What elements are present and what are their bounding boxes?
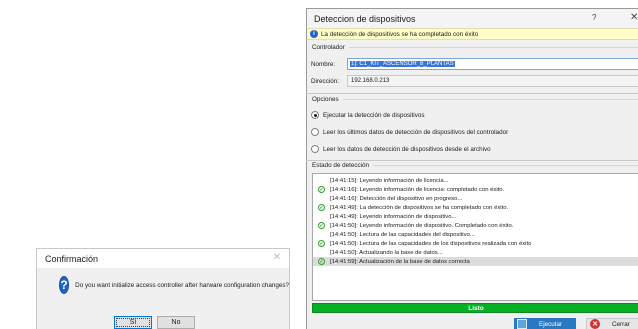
window-title: Deteccion de dispositivos bbox=[314, 13, 416, 24]
info-message: La detección de dispositivos se ha compl… bbox=[321, 30, 479, 38]
log-row: [14:41:16]: Detección del dispositivo en… bbox=[313, 194, 638, 203]
check-icon: ✓ bbox=[318, 240, 325, 247]
log-text: [14:41:49]: Leyendo información de dispo… bbox=[330, 213, 457, 220]
name-label: Nombre: bbox=[311, 60, 336, 68]
log-text: [14:41:49]: La detección de dispositivos… bbox=[330, 204, 509, 211]
confirmation-body: ? Do you want initialize access controll… bbox=[37, 268, 289, 294]
log-row: [14:41:50]: Actualizando la base de dato… bbox=[313, 248, 638, 257]
check-icon: ✓ bbox=[318, 186, 325, 193]
log-row: [14:41:50]: Lectura de las capacidades d… bbox=[313, 230, 638, 239]
log-text: [14:41:50]: Lectura de las capacidades d… bbox=[330, 240, 532, 247]
close-button[interactable]: ✕ Cerrar bbox=[586, 318, 638, 329]
separator bbox=[306, 160, 638, 161]
execute-label: Ejecutar bbox=[539, 320, 563, 328]
option-label: Leer los datos de detección de dispositi… bbox=[323, 145, 491, 153]
name-value: 1]: C1_KIT_ASCENSOR_8_PLANTAS bbox=[350, 61, 455, 67]
question-icon: ? bbox=[59, 276, 70, 294]
name-field[interactable]: 1]: C1_KIT_ASCENSOR_8_PLANTAS bbox=[347, 58, 638, 70]
radio-icon[interactable] bbox=[311, 128, 319, 136]
log-row: ✓ [14:41:59]: Actualización de la base de… bbox=[313, 257, 638, 266]
option-read-file[interactable]: Leer los datos de detección de dispositi… bbox=[311, 145, 491, 153]
confirmation-title: Confirmación bbox=[45, 253, 99, 264]
address-label: Dirección: bbox=[311, 77, 339, 85]
option-read-controller[interactable]: Leer los últimos datos de detección de d… bbox=[311, 128, 508, 136]
log-row: ✓ [14:41:49]: La detección de dispositivo… bbox=[313, 203, 638, 212]
info-icon: i bbox=[310, 30, 318, 38]
address-field: 192.168.0.213 bbox=[347, 75, 638, 87]
log-text: [14:41:50]: Leyendo información de dispo… bbox=[330, 222, 514, 229]
check-icon: ✓ bbox=[318, 258, 325, 265]
controller-section-label: Controlador bbox=[308, 44, 638, 51]
options-section-title: Opciones bbox=[312, 96, 339, 103]
cancel-icon: ✕ bbox=[590, 319, 600, 329]
log-row: ✓ [14:41:50]: Lectura de las capacidades … bbox=[313, 239, 638, 248]
close-label: Cerrar bbox=[612, 320, 630, 328]
execute-button[interactable]: Ejecutar bbox=[514, 318, 576, 329]
check-icon: ✓ bbox=[318, 204, 325, 211]
option-label: Ejecutar la detección de dispositivos bbox=[323, 111, 425, 119]
log-row: ✓ [14:41:16]: Leyendo información de lice… bbox=[313, 185, 638, 194]
help-button[interactable]: ? bbox=[592, 13, 596, 22]
confirmation-buttons: Sí No bbox=[114, 316, 195, 329]
no-button[interactable]: No bbox=[157, 316, 195, 329]
status-section-title: Estado de detección bbox=[312, 162, 370, 169]
separator bbox=[306, 93, 638, 94]
address-row: Dirección: 192.168.0.213 bbox=[311, 75, 638, 87]
close-icon[interactable]: ✕ bbox=[630, 12, 638, 23]
log-row: ✓ [14:41:50]: Leyendo información de disp… bbox=[313, 221, 638, 230]
log-text: [14:41:16]: Leyendo información de licen… bbox=[330, 186, 505, 193]
log-text: [14:41:16]: Detección del dispositivo en… bbox=[330, 195, 463, 202]
log-text: [14:41:15]: Leyendo información de licen… bbox=[330, 177, 449, 184]
info-bar: i La detección de dispositivos se ha com… bbox=[307, 28, 638, 40]
radio-checked-icon[interactable] bbox=[311, 111, 319, 119]
check-icon: ✓ bbox=[318, 222, 325, 229]
log-text: [14:41:59]: Actualización de la base de … bbox=[330, 258, 470, 265]
status-section-label: Estado de detección bbox=[308, 162, 638, 169]
detection-titlebar[interactable]: Deteccion de dispositivos ? ✕ bbox=[307, 9, 638, 28]
log-text: [14:41:50]: Lectura de las capacidades d… bbox=[330, 231, 475, 238]
options-section-label: Opciones bbox=[308, 96, 638, 103]
name-row: Nombre: 1]: C1_KIT_ASCENSOR_8_PLANTAS bbox=[311, 58, 638, 70]
log-row: [14:41:49]: Leyendo información de dispo… bbox=[313, 212, 638, 221]
log-text: [14:41:50]: Actualizando la base de dato… bbox=[330, 249, 443, 256]
radio-icon[interactable] bbox=[311, 145, 319, 153]
progress-label: Listo bbox=[468, 304, 484, 312]
progress-bar: Listo bbox=[312, 303, 638, 313]
detection-log[interactable]: [14:41:15]: Leyendo información de licen… bbox=[312, 173, 638, 301]
yes-button[interactable]: Sí bbox=[114, 316, 152, 329]
close-icon[interactable]: ✕ bbox=[273, 252, 281, 263]
execute-icon bbox=[517, 319, 527, 329]
option-label: Leer los últimos datos de detección de d… bbox=[323, 128, 509, 136]
controller-section-title: Controlador bbox=[312, 44, 345, 51]
confirmation-message: Do you want initialize access controller… bbox=[75, 281, 289, 289]
log-row: [14:41:15]: Leyendo información de licen… bbox=[313, 176, 638, 185]
confirmation-titlebar[interactable]: Confirmación ✕ bbox=[37, 249, 289, 268]
option-run-detection[interactable]: Ejecutar la detección de dispositivos bbox=[311, 111, 425, 119]
